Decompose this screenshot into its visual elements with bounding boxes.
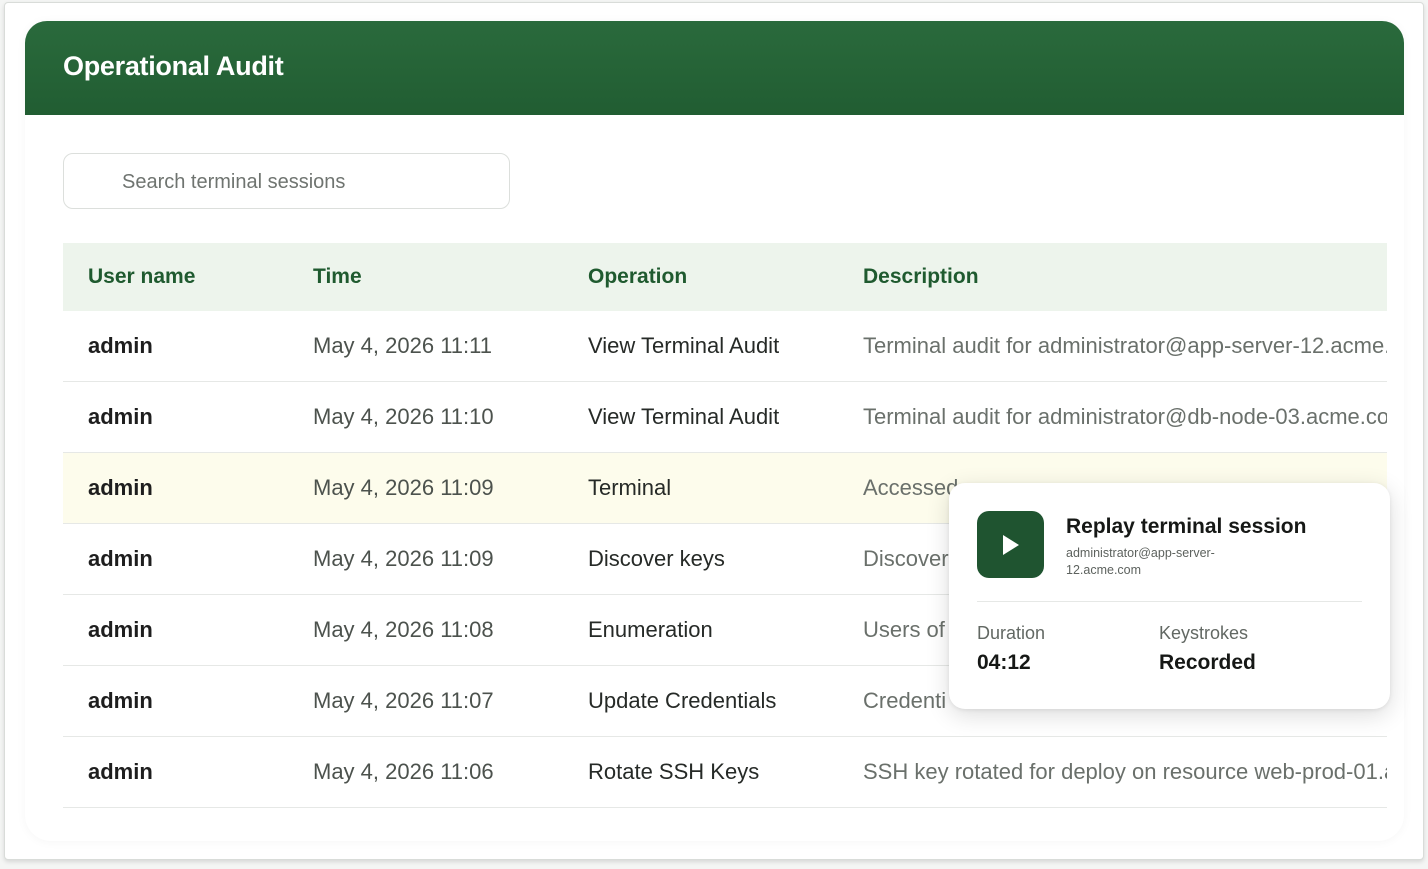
cell-operation: Discover keys — [588, 546, 725, 571]
search-box[interactable] — [63, 153, 510, 210]
play-button[interactable] — [977, 511, 1044, 578]
column-header-description[interactable]: Description — [863, 265, 979, 289]
panel-header: Operational Audit — [25, 21, 1404, 115]
table-row[interactable]: admin May 4, 2026 11:11 View Terminal Au… — [63, 311, 1387, 382]
cell-time: May 4, 2026 11:10 — [313, 404, 494, 429]
keystrokes-value: Recorded — [1159, 651, 1256, 674]
audit-panel: Operational Audit User name Time Operati… — [25, 21, 1404, 841]
cell-user: admin — [88, 333, 153, 358]
play-icon — [1003, 535, 1019, 555]
table-header: User name Time Operation Description — [63, 243, 1387, 311]
cell-time: May 4, 2026 11:09 — [313, 546, 494, 571]
cell-time: May 4, 2026 11:09 — [313, 475, 494, 500]
table-row[interactable]: admin May 4, 2026 11:06 Rotate SSH Keys … — [63, 737, 1387, 808]
cell-operation: View Terminal Audit — [588, 404, 780, 429]
cell-user: admin — [88, 404, 153, 429]
keystrokes-label: Keystrokes — [1159, 623, 1249, 643]
cell-operation: View Terminal Audit — [588, 333, 780, 358]
cell-user: admin — [88, 546, 153, 571]
cell-time: May 4, 2026 11:11 — [313, 333, 492, 358]
app-window: Operational Audit User name Time Operati… — [4, 2, 1424, 860]
cell-description: Terminal audit for administrator@app-ser… — [863, 333, 1387, 358]
cell-user: admin — [88, 688, 153, 713]
cell-time: May 4, 2026 11:06 — [313, 759, 494, 784]
cell-operation: Rotate SSH Keys — [588, 759, 760, 784]
cell-user: admin — [88, 475, 153, 500]
cell-operation: Enumeration — [588, 617, 713, 642]
search-input[interactable] — [120, 154, 494, 210]
column-header-user[interactable]: User name — [88, 265, 195, 289]
column-header-time[interactable]: Time — [313, 265, 362, 289]
page-title: Operational Audit — [63, 51, 284, 81]
cell-operation: Update Credentials — [588, 688, 777, 713]
popup-title: Replay terminal session — [1066, 515, 1307, 538]
popup-subtitle: administrator@app-server-12.acme.com — [1066, 546, 1215, 577]
duration-value: 04:12 — [977, 651, 1031, 674]
column-header-operation[interactable]: Operation — [588, 265, 687, 289]
divider — [977, 601, 1362, 602]
cell-description: Terminal audit for administrator@db-node… — [863, 404, 1387, 429]
replay-session-popup: Replay terminal session administrator@ap… — [949, 483, 1390, 709]
duration-label: Duration — [977, 623, 1046, 643]
cell-operation: Terminal — [588, 475, 672, 500]
cell-time: May 4, 2026 11:07 — [313, 688, 494, 713]
cell-user: admin — [88, 759, 153, 784]
cell-user: admin — [88, 617, 153, 642]
cell-time: May 4, 2026 11:08 — [313, 617, 494, 642]
cell-description: SSH key rotated for deploy on resource w… — [863, 759, 1387, 784]
table-row[interactable]: admin May 4, 2026 11:10 View Terminal Au… — [63, 382, 1387, 453]
